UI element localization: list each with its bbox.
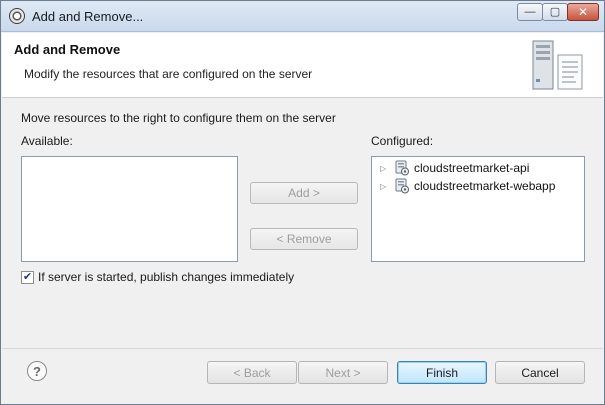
header-banner: Add and Remove Modify the resources that…: [2, 33, 603, 98]
maximize-button[interactable]: ▢: [542, 3, 568, 21]
configured-tree[interactable]: ▷ cloudstreetmarket-api ▷ cloudstreetmar…: [371, 156, 585, 262]
configured-label: Configured:: [371, 134, 434, 148]
minimize-button[interactable]: —: [517, 3, 543, 21]
remove-button[interactable]: < Remove: [250, 228, 358, 250]
publish-checkbox[interactable]: ✔: [21, 270, 34, 284]
instructions-text: Move resources to the right to configure…: [21, 111, 336, 125]
page-title: Add and Remove: [14, 42, 121, 57]
tree-item-cloudstreetmarket-webapp[interactable]: ▷ cloudstreetmarket-webapp: [380, 177, 555, 195]
window-title: Add and Remove...: [32, 9, 144, 24]
available-list[interactable]: [21, 156, 238, 262]
footer-separator: [2, 348, 603, 349]
back-button[interactable]: < Back: [207, 361, 297, 384]
publish-option[interactable]: ✔ If server is started, publish changes …: [21, 270, 294, 284]
web-project-icon: [395, 178, 409, 194]
tree-item-cloudstreetmarket-api[interactable]: ▷ cloudstreetmarket-api: [380, 159, 529, 177]
server-icon: [532, 40, 583, 90]
web-project-icon: [395, 160, 409, 176]
title-bar[interactable]: Add and Remove... — ▢ ✕: [1, 1, 604, 32]
help-icon[interactable]: ?: [27, 361, 47, 381]
available-label: Available:: [21, 134, 73, 148]
finish-button[interactable]: Finish: [397, 361, 487, 384]
page-subtitle: Modify the resources that are configured…: [24, 67, 313, 81]
expand-arrow-icon[interactable]: ▷: [380, 164, 390, 173]
cancel-button[interactable]: Cancel: [495, 361, 585, 384]
eclipse-app-icon: [9, 8, 25, 24]
close-button[interactable]: ✕: [567, 3, 599, 21]
expand-arrow-icon[interactable]: ▷: [380, 182, 390, 191]
publish-checkbox-label[interactable]: If server is started, publish changes im…: [38, 270, 294, 284]
add-button[interactable]: Add >: [250, 182, 358, 204]
next-button[interactable]: Next >: [298, 361, 388, 384]
tree-item-label: cloudstreetmarket-webapp: [414, 179, 556, 193]
dialog-window: Add and Remove... — ▢ ✕ Add and Remove M…: [0, 0, 605, 405]
checkmark-icon: ✔: [22, 270, 33, 283]
tree-item-label: cloudstreetmarket-api: [414, 161, 530, 175]
